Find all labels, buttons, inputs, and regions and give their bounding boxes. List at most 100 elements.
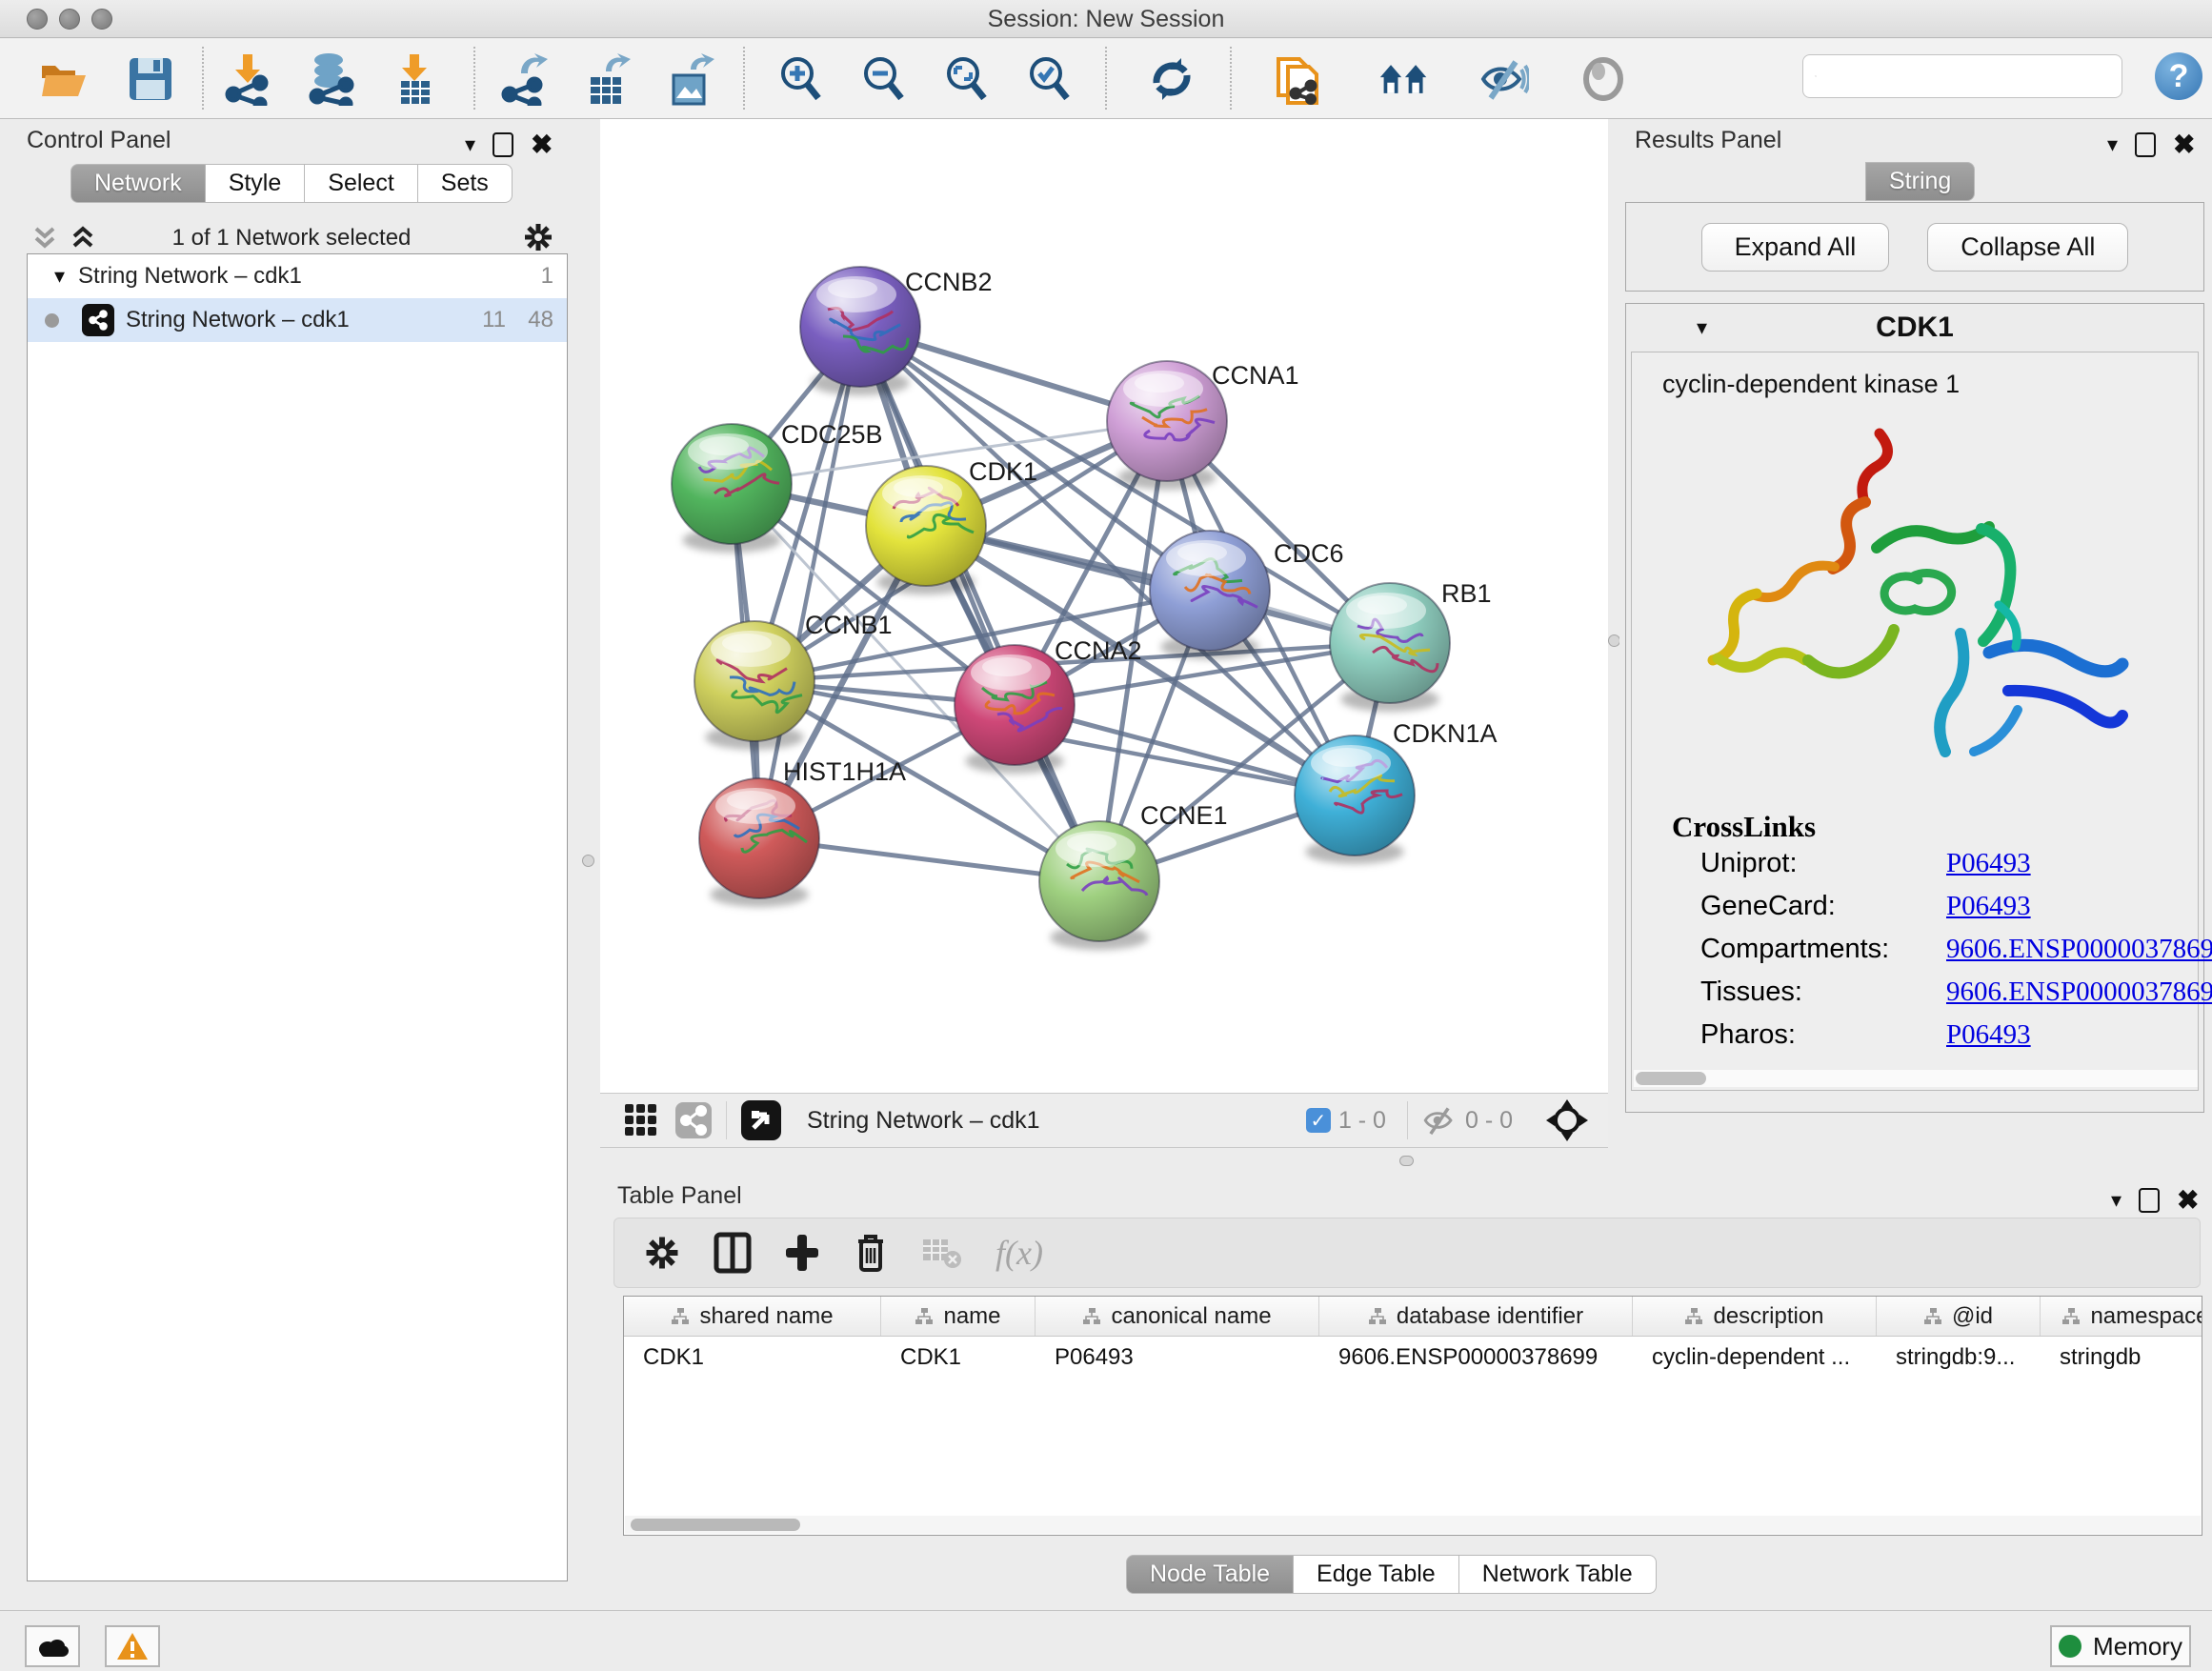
show-columns-icon[interactable]: [714, 1232, 752, 1274]
detach-view-icon[interactable]: [740, 1099, 782, 1141]
network-options-gear-icon[interactable]: [522, 221, 554, 253]
collapse-all-button[interactable]: Collapse All: [1927, 223, 2128, 272]
control-panel-float-icon[interactable]: [493, 132, 513, 157]
results-panel-collapse-icon[interactable]: ▾: [2107, 132, 2118, 157]
network-collection-row[interactable]: ▾ String Network – cdk1 1: [28, 254, 567, 298]
search-input[interactable]: [1822, 62, 2122, 91]
results-panel-close-icon[interactable]: ✖: [2173, 129, 2195, 160]
network-node-CDC6[interactable]: [1150, 531, 1270, 659]
network-node-RB1[interactable]: [1330, 583, 1450, 712]
column-header-shared-name[interactable]: shared name: [624, 1297, 881, 1336]
zoom-fit-icon[interactable]: [941, 53, 993, 105]
crosslink-link[interactable]: P06493: [1946, 891, 2031, 922]
network-grid-view-icon[interactable]: [623, 1102, 659, 1138]
show-all-icon[interactable]: [1578, 53, 1629, 105]
save-session-icon[interactable]: [125, 53, 176, 105]
apply-layout-icon[interactable]: [1146, 53, 1197, 105]
network-node-HIST1H1A[interactable]: [699, 778, 819, 907]
network-canvas[interactable]: CCNB2CCNA1CDC25BCDK1CDC6RB1CCNB1CCNA2CDK…: [600, 119, 1608, 1093]
table-options-gear-icon[interactable]: [643, 1234, 681, 1272]
hide-selected-icon[interactable]: [1478, 53, 1529, 105]
zoom-out-icon[interactable]: [858, 53, 910, 105]
birds-eye-navigator-icon[interactable]: [1545, 1098, 1589, 1142]
new-network-from-selection-icon[interactable]: [1273, 53, 1324, 105]
table-cell[interactable]: stringdb: [2041, 1344, 2202, 1371]
crosslink-link[interactable]: P06493: [1946, 1019, 2031, 1051]
column-header-database-identifier[interactable]: database identifier: [1319, 1297, 1633, 1336]
zoom-in-icon[interactable]: [775, 53, 827, 105]
delete-column-icon[interactable]: [853, 1232, 889, 1274]
results-panel-title: Results Panel: [1635, 127, 1781, 154]
network-node-CCNB1[interactable]: [694, 621, 814, 750]
network-row[interactable]: String Network – cdk1 11 48: [28, 298, 567, 342]
node-label-CDC6: CDC6: [1274, 539, 1344, 568]
memory-button[interactable]: Memory: [2050, 1625, 2191, 1667]
cloud-button[interactable]: [25, 1625, 80, 1667]
crosslink-link[interactable]: P06493: [1946, 848, 2031, 879]
import-table-icon[interactable]: [389, 53, 440, 105]
help-icon[interactable]: ?: [2155, 52, 2202, 100]
network-node-CCNA1[interactable]: [1107, 361, 1227, 490]
tab-string[interactable]: String: [1865, 162, 1975, 201]
column-header-label: @id: [1952, 1303, 1993, 1330]
table-panel-splitter-handle[interactable]: [1399, 1156, 1414, 1166]
table-cell[interactable]: P06493: [1036, 1344, 1319, 1371]
table-row[interactable]: CDK1CDK1P064939606.ENSP00000378699cyclin…: [624, 1337, 2202, 1379]
tab-sets[interactable]: Sets: [418, 164, 513, 203]
expand-all-button[interactable]: Expand All: [1701, 223, 1890, 272]
selected-checkbox-icon[interactable]: ✓: [1306, 1108, 1331, 1133]
import-network-database-icon[interactable]: [306, 53, 357, 105]
main-toolbar: ?: [0, 39, 2212, 119]
tab-node-table[interactable]: Node Table: [1126, 1555, 1294, 1594]
network-node-CDC25B[interactable]: [672, 424, 792, 553]
results-panel-float-icon[interactable]: [2135, 132, 2156, 157]
column-type-icon: [1684, 1307, 1703, 1326]
control-panel-close-icon[interactable]: ✖: [531, 129, 553, 160]
gene-card-scrollbar[interactable]: [1634, 1070, 2198, 1087]
column-header-namespace[interactable]: namespace: [2041, 1297, 2202, 1336]
table-cell[interactable]: 9606.ENSP00000378699: [1319, 1344, 1633, 1371]
network-node-CCNE1[interactable]: [1039, 821, 1159, 950]
network-list-view-icon[interactable]: [674, 1101, 713, 1139]
network-node-CDKN1A[interactable]: [1295, 735, 1415, 864]
table-scrollbar[interactable]: [625, 1516, 2201, 1534]
left-splitter-handle[interactable]: [582, 855, 594, 867]
tab-network[interactable]: Network: [70, 164, 206, 203]
table-cell[interactable]: cyclin-dependent ...: [1633, 1344, 1877, 1371]
first-neighbors-icon[interactable]: [1378, 53, 1430, 105]
column-header-name[interactable]: name: [881, 1297, 1036, 1336]
zoom-selected-icon[interactable]: [1024, 53, 1076, 105]
tab-style[interactable]: Style: [206, 164, 306, 203]
import-network-file-icon[interactable]: [223, 53, 274, 105]
tab-network-table[interactable]: Network Table: [1459, 1555, 1657, 1594]
table-panel-float-icon[interactable]: [2139, 1188, 2160, 1213]
gene-header[interactable]: ▾ CDK1: [1626, 304, 2203, 352]
export-table-icon[interactable]: [582, 53, 633, 105]
tab-edge-table[interactable]: Edge Table: [1294, 1555, 1459, 1594]
table-cell[interactable]: CDK1: [881, 1344, 1036, 1371]
create-column-icon[interactable]: [784, 1233, 820, 1273]
collection-expand-icon[interactable]: ▾: [54, 264, 65, 289]
tab-select[interactable]: Select: [305, 164, 417, 203]
hidden-items-icon[interactable]: [1421, 1104, 1458, 1137]
column-header-label: namespace: [2090, 1303, 2202, 1330]
gene-collapse-icon[interactable]: ▾: [1697, 315, 1707, 340]
column-header-description[interactable]: description: [1633, 1297, 1877, 1336]
crosslink-link[interactable]: 9606.ENSP00000378699: [1946, 976, 2212, 1008]
table-cell[interactable]: stringdb:9...: [1877, 1344, 2041, 1371]
table-scrollbar-thumb[interactable]: [631, 1519, 800, 1531]
export-network-icon[interactable]: [499, 53, 551, 105]
control-panel-collapse-icon[interactable]: ▾: [465, 132, 475, 157]
export-image-icon[interactable]: [665, 53, 716, 105]
crosslink-link[interactable]: 9606.ENSP00000378699: [1946, 934, 2212, 965]
column-header-canonical-name[interactable]: canonical name: [1036, 1297, 1319, 1336]
column-header-label: description: [1713, 1303, 1823, 1330]
warnings-button[interactable]: [105, 1625, 160, 1667]
table-panel-collapse-icon[interactable]: ▾: [2111, 1188, 2122, 1213]
network-edge-CCNB2-CCNE1[interactable]: [860, 327, 1099, 881]
table-panel-close-icon[interactable]: ✖: [2177, 1184, 2199, 1216]
column-header-@id[interactable]: @id: [1877, 1297, 2041, 1336]
gene-card-scrollbar-thumb[interactable]: [1636, 1072, 1706, 1085]
open-session-icon[interactable]: [38, 53, 90, 105]
table-cell[interactable]: CDK1: [624, 1344, 881, 1371]
